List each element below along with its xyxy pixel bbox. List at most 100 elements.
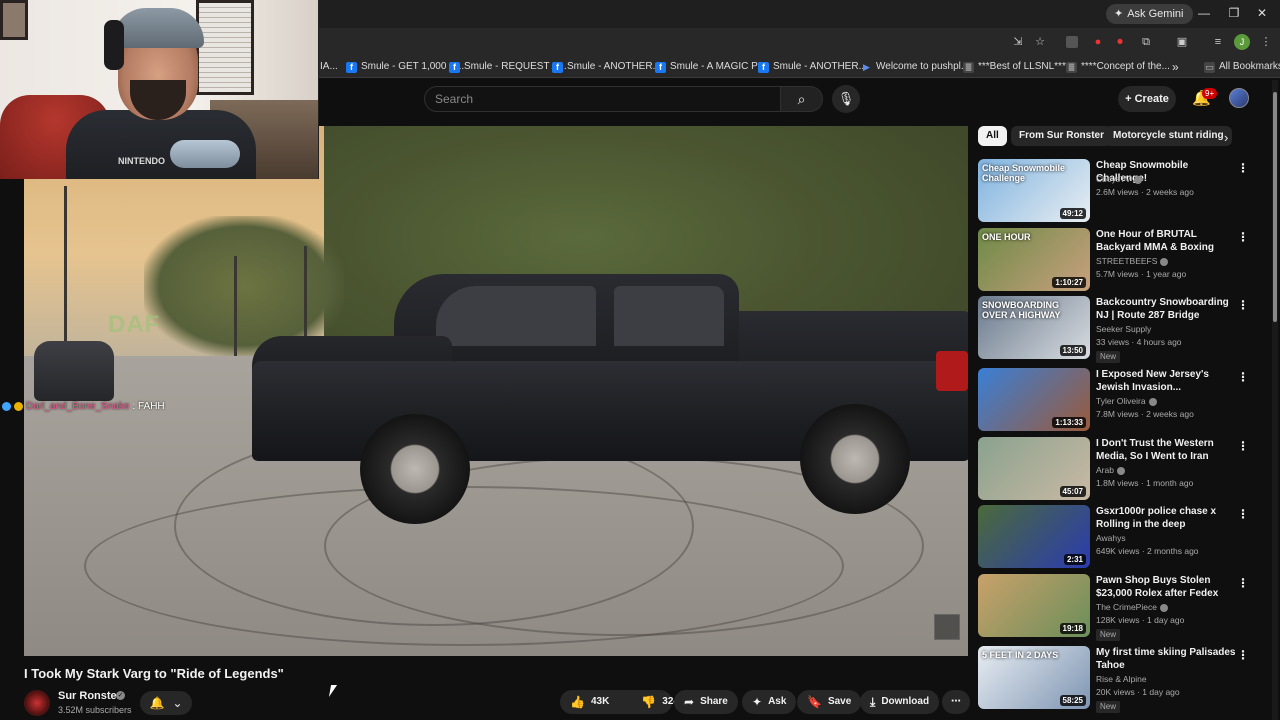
bookmark-label: Smule - ANOTHER... xyxy=(773,61,867,72)
recommendation-card[interactable]: 1:13:33 I Exposed New Jersey's Jewish Inv… xyxy=(978,368,1249,432)
extension-red-icon[interactable]: ⏺ xyxy=(1112,34,1128,50)
recommendation-channel[interactable]: STREETBEEFS xyxy=(1096,256,1169,266)
more-options-icon[interactable]: ⋮ xyxy=(1237,230,1249,244)
minimize-window-icon[interactable]: — xyxy=(1196,6,1212,20)
recommendation-title[interactable]: Backcountry Snowboarding NJ | Route 287 … xyxy=(1096,296,1236,323)
video-thumbnail[interactable]: Cheap Snowmobile Challenge 49:12 xyxy=(978,159,1090,222)
thumbnail-caption: SNOWBOARDING OVER A HIGHWAY xyxy=(982,300,1061,320)
recommendation-channel[interactable]: Tyler Oliveira xyxy=(1096,396,1157,406)
recommendation-title[interactable]: I Exposed New Jersey's Jewish Invasion..… xyxy=(1096,368,1236,394)
video-thumbnail[interactable]: 1:13:33 xyxy=(978,368,1090,431)
search-input[interactable]: Search xyxy=(424,86,781,112)
more-options-icon[interactable]: ⋮ xyxy=(1237,161,1249,175)
save-button[interactable]: 🔖 Save xyxy=(797,690,862,714)
save-label: Save xyxy=(827,696,852,707)
profile-avatar-icon[interactable]: J xyxy=(1234,34,1250,50)
chip-from-channel[interactable]: From Sur Ronster xyxy=(1011,126,1113,146)
more-actions-button[interactable]: ⋯ xyxy=(942,690,970,714)
bookmark-item[interactable]: ≣ ***Best of LLSNL***... xyxy=(963,59,1074,75)
recommendation-card[interactable]: 45:07 I Don't Trust the Western Media, So… xyxy=(978,437,1249,501)
bookmarks-overflow-button[interactable]: » xyxy=(1172,59,1179,75)
bookmark-item[interactable]: f Smule - ANOTHER... xyxy=(552,59,661,75)
browser-menu-icon[interactable]: ⋮ xyxy=(1258,34,1274,50)
bookmark-item[interactable]: f Smule - GET 1,000 S... xyxy=(346,59,464,75)
bookmark-star-icon[interactable]: ☆ xyxy=(1032,34,1048,50)
recommendation-card[interactable]: SNOWBOARDING OVER A HIGHWAY 13:50 Backcoun… xyxy=(978,296,1249,363)
recommendation-channel[interactable]: The CrimePiece xyxy=(1096,602,1168,612)
voice-search-button[interactable]: 🎙 xyxy=(832,85,860,113)
recommendation-card[interactable]: Cheap Snowmobile Challenge 49:12 Cheap Sno… xyxy=(978,159,1249,223)
like-button[interactable]: 👍 43K xyxy=(560,690,619,714)
recommendation-card[interactable]: 19:18 Pawn Shop Buys Stolen $23,000 Rolex… xyxy=(978,574,1249,641)
bookmark-partial[interactable]: IA... xyxy=(320,59,338,75)
subscription-notifications-button[interactable]: 🔔 ⌄ xyxy=(140,691,192,715)
chip-topic[interactable]: Motorcycle stunt riding xyxy=(1105,126,1232,146)
video-thumbnail[interactable]: ONE HOUR 1:10:27 xyxy=(978,228,1090,291)
channel-watermark-icon[interactable] xyxy=(934,614,960,640)
video-thumbnail[interactable]: 19:18 xyxy=(978,574,1090,637)
bookmark-icon: 🔖 xyxy=(807,695,822,709)
all-bookmarks-button[interactable]: ▭ All Bookmarks xyxy=(1204,59,1280,75)
side-panel-icon[interactable]: ▣ xyxy=(1174,34,1190,50)
more-options-icon[interactable]: ⋮ xyxy=(1237,576,1249,590)
chevron-down-icon: ⌄ xyxy=(172,696,183,710)
more-options-icon[interactable]: ⋮ xyxy=(1237,648,1249,662)
recommendation-card[interactable]: 5 FEET IN 2 DAYS 58:25 My first time skiin… xyxy=(978,646,1249,713)
recommendation-channel[interactable]: Awahys xyxy=(1096,533,1126,543)
tab-search-icon[interactable]: ≡ xyxy=(1210,34,1226,50)
bookmark-item[interactable]: f Smule - A MAGIC PI... xyxy=(655,59,769,75)
recommendation-channel[interactable]: CboysTV xyxy=(1096,174,1142,184)
recommendation-channel[interactable]: Arab xyxy=(1096,465,1125,475)
bookmark-item[interactable]: ▶ Welcome to pushpl... xyxy=(861,59,969,75)
bookmark-label: Smule - A MAGIC PI... xyxy=(670,61,769,72)
extension-record-icon[interactable]: ● xyxy=(1090,34,1106,50)
gemini-sparkle-icon: ✦ xyxy=(1114,8,1124,20)
video-thumbnail[interactable]: 5 FEET IN 2 DAYS 58:25 xyxy=(978,646,1090,709)
recommendation-card[interactable]: ONE HOUR 1:10:27 One Hour of BRUTAL Backya… xyxy=(978,228,1249,292)
ask-button[interactable]: ✦ Ask xyxy=(742,690,797,714)
bookmark-item[interactable]: f Smule - REQUEST A... xyxy=(449,59,567,75)
folder-icon: ▭ xyxy=(1204,61,1215,73)
recommendation-channel[interactable]: Seeker Supply xyxy=(1096,324,1151,334)
facebook-icon: f xyxy=(346,61,357,73)
bookmark-item[interactable]: ≣ ****Concept of the... xyxy=(1066,59,1170,75)
more-options-icon[interactable]: ⋮ xyxy=(1237,507,1249,521)
close-window-icon[interactable]: ✕ xyxy=(1254,6,1270,20)
scrollbar-thumb[interactable] xyxy=(1273,92,1277,322)
new-badge: New xyxy=(1096,351,1121,363)
chip-all[interactable]: All xyxy=(978,126,1007,146)
ask-gemini-button[interactable]: ✦ Ask Gemini xyxy=(1106,4,1194,24)
extensions-puzzle-icon[interactable]: ⧉ xyxy=(1138,34,1154,50)
recommendation-title[interactable]: I Don't Trust the Western Media, So I We… xyxy=(1096,437,1236,463)
install-app-icon[interactable]: ⇲ xyxy=(1010,34,1026,50)
more-options-icon[interactable]: ⋮ xyxy=(1237,439,1249,453)
search-button[interactable]: ⌕ xyxy=(781,86,823,112)
recommendation-title[interactable]: Gsxr1000r police chase x Rolling in the … xyxy=(1096,505,1236,531)
truck-wheel xyxy=(360,414,470,524)
video-thumbnail[interactable]: 45:07 xyxy=(978,437,1090,500)
bookmark-item[interactable]: f Smule - ANOTHER... xyxy=(758,59,867,75)
video-duration: 13:50 xyxy=(1059,345,1086,356)
video-thumbnail[interactable]: 2:31 xyxy=(978,505,1090,568)
chevron-right-icon[interactable]: › xyxy=(1224,130,1228,145)
page-icon: ≣ xyxy=(1066,61,1077,73)
new-badge: New xyxy=(1096,701,1121,713)
video-player[interactable]: DAF xyxy=(24,126,968,656)
share-button[interactable]: ➦ Share xyxy=(674,690,738,714)
account-avatar[interactable] xyxy=(1229,88,1249,108)
recommendation-card[interactable]: 2:31 Gsxr1000r police chase x Rolling in … xyxy=(978,505,1249,569)
recommendation-title[interactable]: My first time skiing Palisades Tahoe xyxy=(1096,646,1236,672)
more-options-icon[interactable]: ⋮ xyxy=(1237,298,1249,312)
extension-icon[interactable] xyxy=(1066,36,1078,48)
thumbs-down-icon: 👎 xyxy=(641,695,657,709)
more-options-icon[interactable]: ⋮ xyxy=(1237,370,1249,384)
recommendation-channel[interactable]: Rise & Alpine xyxy=(1096,674,1147,684)
channel-name[interactable]: Sur Ronster xyxy=(58,690,121,702)
restore-window-icon[interactable]: ❐ xyxy=(1226,6,1242,20)
create-button[interactable]: + Create xyxy=(1118,86,1176,112)
recommendation-title[interactable]: Pawn Shop Buys Stolen $23,000 Rolex afte… xyxy=(1096,574,1236,601)
video-thumbnail[interactable]: SNOWBOARDING OVER A HIGHWAY 13:50 xyxy=(978,296,1090,359)
download-button[interactable]: ⤓ Download xyxy=(860,690,940,714)
recommendation-title[interactable]: One Hour of BRUTAL Backyard MMA & Boxing… xyxy=(1096,228,1236,255)
channel-avatar[interactable] xyxy=(24,690,50,716)
